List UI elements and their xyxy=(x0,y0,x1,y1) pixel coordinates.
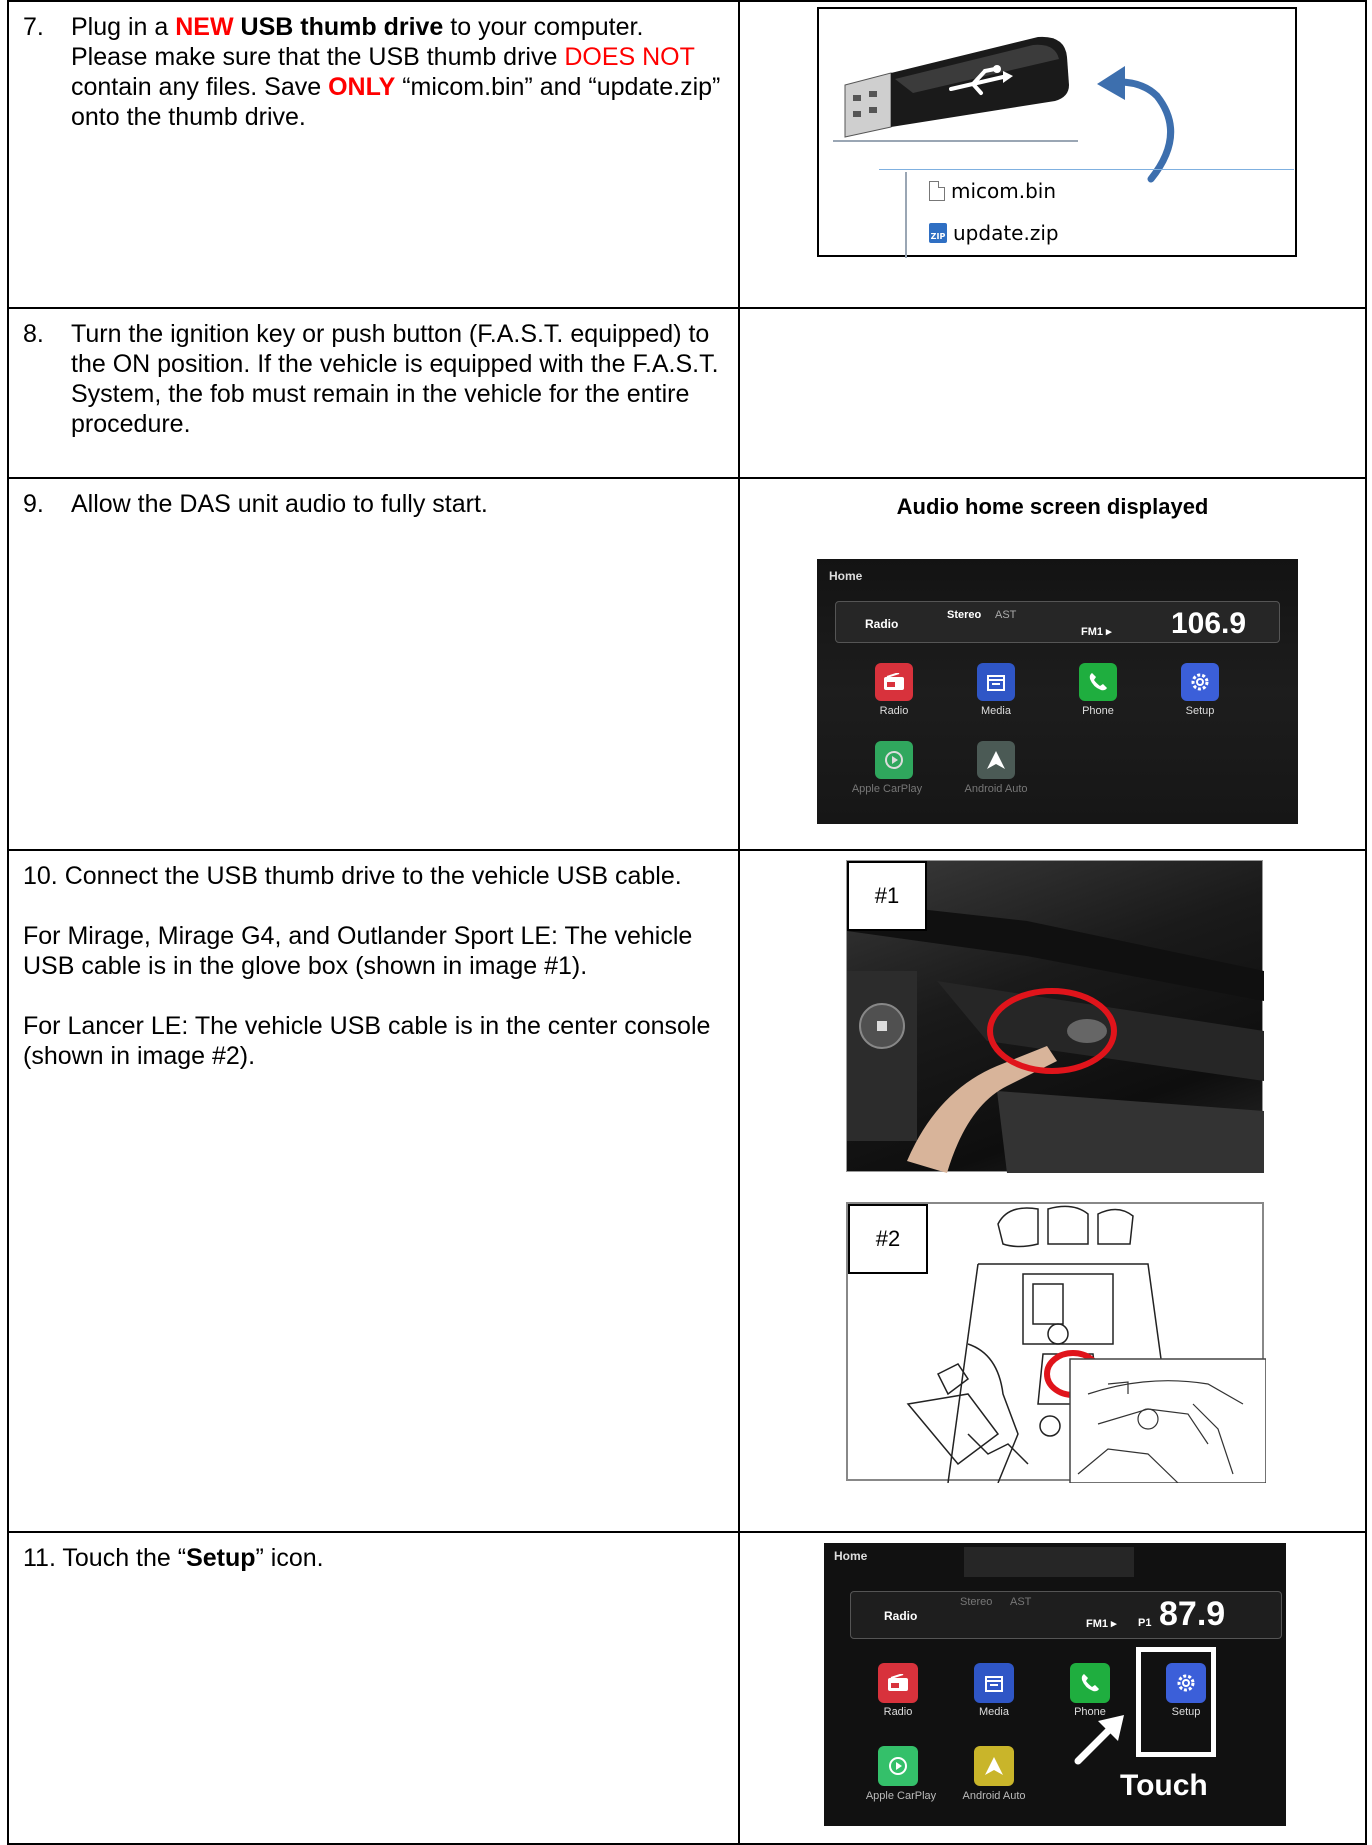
ast-label: AST xyxy=(1010,1596,1032,1608)
step-7-instruction: Plug in a NEW USB thumb drive to your co… xyxy=(71,13,721,131)
radio-app-label: Radio xyxy=(883,1706,913,1718)
file-item-micom: micom.bin xyxy=(929,179,1056,203)
step-10-text: 10. Connect the USB thumb drive to the v… xyxy=(7,849,740,1533)
file-item-update: ZIP update.zip xyxy=(929,221,1059,245)
radio-source-label: Radio xyxy=(865,617,899,631)
usb-drive-icon xyxy=(833,36,1078,142)
step-7-image-cell: micom.bin ZIP update.zip xyxy=(738,0,1367,309)
radio-app-icon xyxy=(878,1663,918,1703)
procedure-table: 7. Plug in a NEW USB thumb drive to your… xyxy=(7,0,1367,1845)
step-9-image-cell: Audio home screen displayed Home Radio S… xyxy=(738,477,1367,851)
step-9-text: 9. Allow the DAS unit audio to fully sta… xyxy=(7,477,740,851)
file-list-divider xyxy=(879,169,1294,170)
android-auto-app-icon xyxy=(974,1746,1014,1786)
carplay-app-icon xyxy=(878,1746,918,1786)
media-app-label: Media xyxy=(981,705,1011,717)
curved-arrow-icon xyxy=(1097,66,1174,183)
step-9-instruction: Allow the DAS unit audio to fully start. xyxy=(71,490,488,518)
step-10-instruction: 10. Connect the USB thumb drive to the v… xyxy=(23,862,682,890)
image-tag-2: #2 xyxy=(848,1204,928,1274)
touch-label: Touch xyxy=(1120,1769,1208,1802)
media-app-icon xyxy=(974,1663,1014,1703)
file-list-border xyxy=(905,172,907,258)
carplay-app-label: Apple CarPlay xyxy=(865,1790,937,1802)
setup-app-icon xyxy=(1181,663,1219,701)
setup-touch-screen: Home Radio Stereo AST FM1 ▸ P1 87.9 Radi… xyxy=(824,1543,1286,1826)
android-auto-app-label: Android Auto xyxy=(962,1790,1026,1802)
radio-app-label: Radio xyxy=(879,705,909,717)
screen-home-label: Home xyxy=(834,1549,868,1563)
stereo-label: Stereo xyxy=(960,1596,993,1608)
phone-app-label: Phone xyxy=(1082,705,1114,717)
step-number: 8. xyxy=(23,320,44,348)
audio-home-screen: Home Radio Stereo AST FM1 ▸ 106.9 Radio … xyxy=(817,559,1298,824)
step-7-text: 7. Plug in a NEW USB thumb drive to your… xyxy=(7,0,740,309)
frequency-readout: 87.9 xyxy=(1159,1595,1226,1633)
step-8-text: 8. Turn the ignition key or push button … xyxy=(7,307,740,479)
media-app-icon xyxy=(977,663,1015,701)
preset-label: P1 xyxy=(1138,1617,1152,1629)
step-8-instruction: Turn the ignition key or push button (F.… xyxy=(71,320,719,438)
step-8-image-cell xyxy=(738,307,1367,479)
radio-source-label: Radio xyxy=(884,1609,918,1623)
android-auto-app-label: Android Auto xyxy=(964,783,1028,795)
status-area xyxy=(964,1547,1134,1577)
stereo-label: Stereo xyxy=(947,609,982,621)
step-10-image-cell: #1 #2 xyxy=(738,849,1367,1533)
glove-box-photo: #1 xyxy=(846,860,1264,1173)
step-number: 9. xyxy=(23,490,44,518)
carplay-app-label: Apple CarPlay xyxy=(851,783,923,795)
phone-app-icon xyxy=(1079,663,1117,701)
band-label: FM1 ▸ xyxy=(1086,1618,1117,1630)
android-auto-app-icon xyxy=(977,741,1015,779)
image-tag-1: #1 xyxy=(847,861,927,931)
setup-app-label: Setup xyxy=(1185,705,1215,717)
step-11-instruction: 11. Touch the “Setup” icon. xyxy=(23,1544,324,1572)
center-console-diagram: #2 xyxy=(846,1202,1266,1483)
step-11-image-cell: Home Radio Stereo AST FM1 ▸ P1 87.9 Radi… xyxy=(738,1531,1367,1845)
usb-files-illustration: micom.bin ZIP update.zip xyxy=(817,7,1297,258)
carplay-app-icon xyxy=(875,741,913,779)
ast-label: AST xyxy=(995,609,1017,621)
audio-home-caption: Audio home screen displayed xyxy=(896,494,1209,519)
touch-arrow-icon xyxy=(1074,1715,1124,1765)
media-app-label: Media xyxy=(979,1706,1009,1718)
step-10-console-note: For Lancer LE: The vehicle USB cable is … xyxy=(23,1012,711,1070)
frequency-readout: 106.9 xyxy=(1171,607,1247,640)
setup-highlight-box xyxy=(1136,1647,1216,1757)
step-number: 7. xyxy=(23,13,44,41)
step-11-text: 11. Touch the “Setup” icon. xyxy=(7,1531,740,1845)
radio-app-icon xyxy=(875,663,913,701)
screen-home-label: Home xyxy=(829,569,863,583)
zip-file-icon: ZIP xyxy=(929,223,947,243)
step-10-glove-box-note: For Mirage, Mirage G4, and Outlander Spo… xyxy=(23,922,693,980)
band-label: FM1 ▸ xyxy=(1081,626,1112,638)
file-icon xyxy=(929,181,945,201)
phone-app-icon xyxy=(1070,1663,1110,1703)
